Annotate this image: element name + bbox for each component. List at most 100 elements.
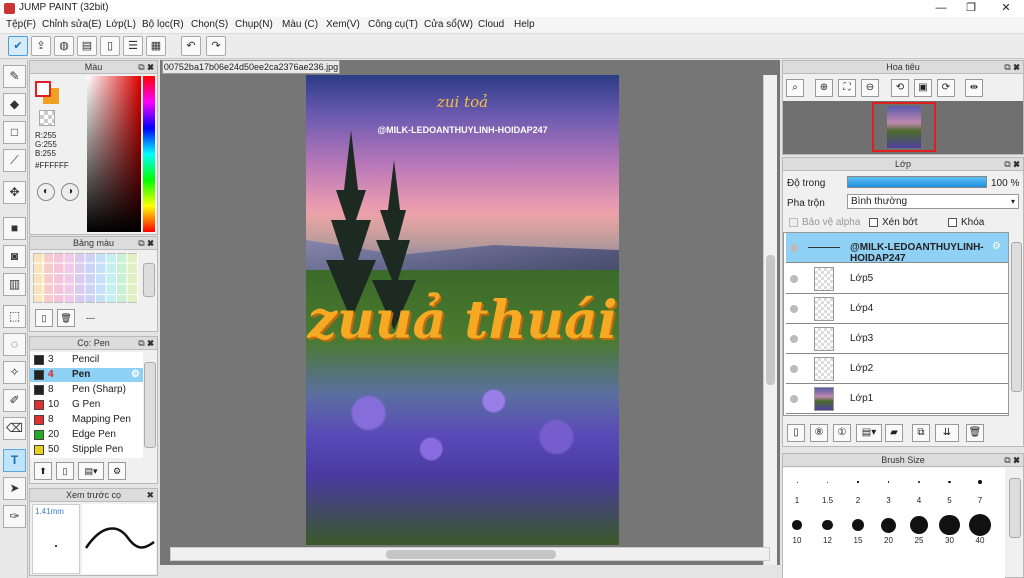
brush-item[interactable]: 3 Pencil [30, 353, 143, 367]
menu-filter[interactable]: Bộ lọc(R) [142, 19, 184, 30]
merge-layer-icon[interactable]: ⇊ [935, 424, 959, 442]
fill-rect-tool-icon[interactable]: ■ [3, 217, 26, 240]
opacity-slider[interactable] [847, 176, 987, 188]
clip-checkbox[interactable] [869, 218, 878, 227]
layer-row[interactable]: @MILK-LEDOANTHUYLINH-HOIDAP247 ⚙ [786, 233, 1008, 264]
select-rect-tool-icon[interactable]: ⬚ [3, 305, 26, 328]
menu-select[interactable]: Chọn(S) [191, 19, 228, 30]
brush-item[interactable]: 8 Mapping Pen [30, 413, 143, 427]
eraser-tool-icon[interactable]: ◆ [3, 93, 26, 116]
saturation-value-picker[interactable] [87, 76, 141, 232]
cloud-check-icon[interactable]: ✔ [8, 36, 28, 56]
panel-close-icon[interactable]: ⧉ ✖ [138, 237, 154, 249]
visibility-icon[interactable] [790, 335, 798, 343]
menu-color[interactable]: Màu (C) [282, 19, 318, 30]
flip-horizontal-icon[interactable]: ⇹ [965, 79, 983, 97]
grid-icon[interactable]: ▦ [146, 36, 166, 56]
new-layer-icon[interactable]: ▯ [787, 424, 805, 442]
menu-file[interactable]: Tệp(F) [6, 19, 36, 30]
panel-close-icon[interactable]: ⧉ ✖ [1004, 158, 1020, 170]
operation-tool-icon[interactable]: ➤ [3, 477, 26, 500]
menu-view[interactable]: Xem(V) [326, 19, 360, 30]
zoom-out-icon[interactable]: ⊖ [861, 79, 879, 97]
page-icon[interactable]: ▯ [100, 36, 120, 56]
reset-rotation-icon[interactable]: ▣ [914, 79, 932, 97]
visibility-icon[interactable] [790, 244, 798, 252]
text-tool-icon[interactable]: T [3, 449, 26, 472]
layer-row[interactable]: Lớp4 [786, 294, 1008, 324]
brush-item[interactable]: 8 Pen (Sharp) [30, 383, 143, 397]
close-button[interactable]: ✕ [990, 0, 1022, 17]
zoom-100-icon[interactable]: ⌕ [786, 79, 804, 97]
new-brush-icon[interactable]: ▯ [56, 462, 74, 480]
new-swatch-icon[interactable]: ▯ [35, 309, 53, 327]
panel-close-icon[interactable]: ⧉ ✖ [1004, 454, 1020, 466]
undo-icon[interactable]: ↶ [181, 36, 201, 56]
swatch-scrollbar[interactable] [143, 263, 155, 297]
gear-icon[interactable]: ⚙ [992, 241, 1001, 252]
brush-item[interactable]: 50 Stipple Pen [30, 443, 143, 457]
share-icon[interactable]: ⇪ [31, 36, 51, 56]
canvas-image[interactable]: zui toả @MILK-LEDOANTHUYLINH-HOIDAP247 z… [306, 75, 619, 545]
layer-row[interactable]: Lớp2 [786, 354, 1008, 384]
palette-icon[interactable]: ◐ [37, 183, 55, 201]
zoom-in-icon[interactable]: ⊕ [815, 79, 833, 97]
brush-upload-icon[interactable]: ⬆ [34, 462, 52, 480]
bucket-tool-icon[interactable]: ◙ [3, 245, 26, 268]
document-tab[interactable]: 00752ba17b06e24d50ee2ca2376ae236.jpg [162, 60, 340, 74]
select-eraser-tool-icon[interactable]: ⌫ [3, 417, 26, 440]
lasso-tool-icon[interactable]: ◌ [3, 333, 26, 356]
line-tool-icon[interactable]: ⟋ [3, 149, 26, 172]
rotate-left-icon[interactable]: ⟲ [891, 79, 909, 97]
brush-size-option[interactable]: 25 [905, 506, 933, 545]
comment-icon[interactable]: ◍ [54, 36, 74, 56]
navigator-viewport[interactable] [872, 102, 936, 152]
eyedropper-tool-icon[interactable]: ✑ [3, 505, 26, 528]
panel-close-icon[interactable]: ⧉ ✖ [138, 337, 154, 349]
add-layer-menu-icon[interactable]: ▤▾ [856, 424, 882, 442]
brush-settings-icon[interactable]: ⚙ [108, 462, 126, 480]
redo-icon[interactable]: ↷ [206, 36, 226, 56]
delete-layer-icon[interactable]: 🗑 [966, 424, 984, 442]
minimize-button[interactable]: — [925, 0, 957, 17]
brush-size-option[interactable]: 15 [844, 506, 872, 545]
layer-row[interactable]: Lớp5 [786, 264, 1008, 294]
new-layer-1bit-icon[interactable]: ① [833, 424, 851, 442]
brush-size-option[interactable]: 2 [844, 468, 872, 506]
blend-mode-select[interactable]: Bình thường ▾ [847, 194, 1019, 209]
brush-size-option[interactable]: 4 [905, 468, 933, 506]
transparent-color-swatch[interactable] [39, 110, 55, 126]
menu-edit[interactable]: Chỉnh sửa(E) [42, 19, 102, 30]
brush-size-scrollbar[interactable] [1009, 478, 1021, 538]
folder-icon[interactable]: ▰ [885, 424, 903, 442]
new-layer-8bit-icon[interactable]: ⑧ [810, 424, 828, 442]
visibility-icon[interactable] [790, 365, 798, 373]
visibility-icon[interactable] [790, 305, 798, 313]
foreground-color-swatch[interactable] [35, 81, 51, 97]
select-pen-tool-icon[interactable]: ✐ [3, 389, 26, 412]
magic-wand-tool-icon[interactable]: ✧ [3, 361, 26, 384]
menu-cloud[interactable]: Cloud [478, 19, 504, 30]
gradient-tool-icon[interactable]: ▥ [3, 273, 26, 296]
brush-tool-icon[interactable]: ✎ [3, 65, 26, 88]
visibility-icon[interactable] [790, 395, 798, 403]
brush-size-option[interactable]: 3 [875, 468, 903, 506]
layer-row[interactable]: Lớp1 [786, 384, 1008, 414]
brush-size-option[interactable]: 5 [936, 468, 964, 506]
hue-slider[interactable] [143, 76, 155, 232]
duplicate-layer-icon[interactable]: ⧉ [912, 424, 930, 442]
maximize-button[interactable]: ❐ [955, 0, 987, 17]
brush-size-option[interactable]: 1 [783, 468, 811, 506]
menu-window[interactable]: Cửa sổ(W) [424, 19, 473, 30]
brush-item[interactable]: 4 Pen ⚙ [30, 368, 143, 382]
panel-close-icon[interactable]: ⧉ ✖ [138, 61, 154, 73]
canvas-vertical-scrollbar[interactable] [763, 75, 777, 565]
protect-alpha-checkbox[interactable] [789, 218, 798, 227]
visibility-icon[interactable] [790, 275, 798, 283]
lock-checkbox[interactable] [948, 218, 957, 227]
brush-menu-icon[interactable]: ▤▾ [78, 462, 104, 480]
brush-item[interactable]: 20 Edge Pen [30, 428, 143, 442]
move-tool-icon[interactable]: ✥ [3, 181, 26, 204]
canvas-horizontal-scrollbar[interactable] [170, 547, 770, 561]
brush-size-option[interactable]: 20 [875, 506, 903, 545]
